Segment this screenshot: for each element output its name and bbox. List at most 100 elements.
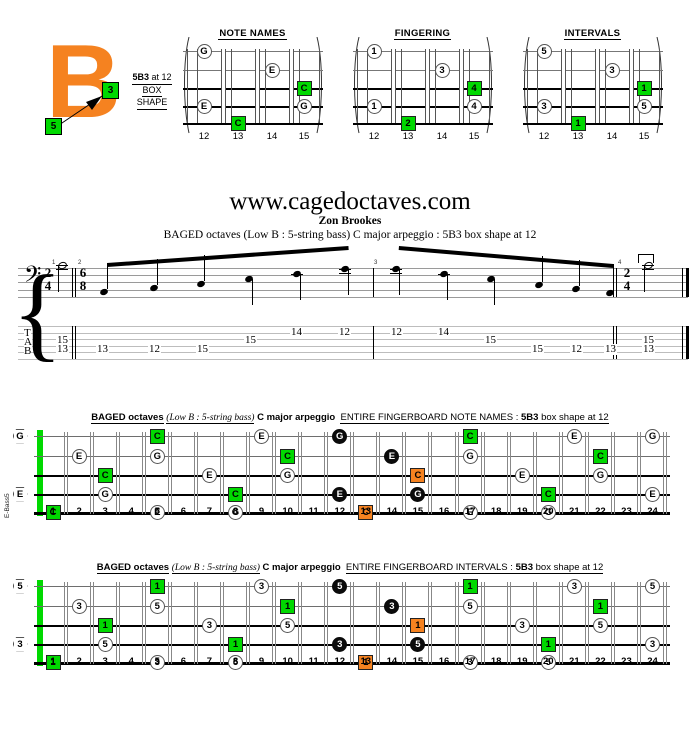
fret-marker-3: 3	[201, 617, 217, 633]
fret-line	[610, 432, 612, 514]
tab-fret-number: 12	[570, 342, 583, 355]
fret-marker-C: C	[410, 467, 426, 483]
fret-line	[584, 432, 586, 514]
fretboard-grid: 53115315331531553131515331531553	[12, 578, 670, 670]
fret-marker-C: C	[230, 115, 246, 131]
fret-number: 3	[102, 656, 108, 667]
fret-number: 14	[606, 131, 618, 142]
open-string-marker-G: G	[12, 428, 28, 444]
tab-fret-number: 13	[642, 342, 655, 355]
tab-fret-number: 13	[56, 342, 69, 355]
tab-line	[18, 352, 688, 354]
fret-number: 15	[298, 131, 310, 142]
fret-number: 17	[464, 656, 476, 667]
fret-line	[301, 432, 303, 514]
fret-line	[431, 432, 433, 514]
fret-line	[379, 582, 381, 664]
fret-marker-C: C	[280, 448, 296, 464]
final-barline	[682, 268, 683, 297]
mini-fretboard: GECEGC	[183, 37, 323, 134]
staff-line	[18, 289, 688, 291]
fret-line	[509, 432, 511, 514]
tab-fret-number: 13	[604, 342, 617, 355]
music-notation-staff: E-Bass5 {𝄢 2 4 6 8 2 4 1 2 3 4 T A B 15 13 13 12 15 15 14 12 1…	[0, 246, 700, 518]
fret-marker-5: 5	[280, 617, 296, 633]
fret-line	[535, 582, 537, 664]
fret-marker-3: 3	[604, 62, 620, 78]
string-line	[353, 70, 493, 72]
box-shape-diagram-fingering: FINGERING 134142 12 13 14 15	[345, 28, 500, 148]
fret-line	[506, 432, 508, 514]
fret-line	[506, 582, 508, 664]
fret-number: 20	[542, 656, 554, 667]
fret-marker-1: 1	[366, 43, 382, 59]
fret-line	[457, 582, 459, 664]
fret-line	[457, 432, 459, 514]
repeat-bracket	[638, 254, 654, 263]
fret-marker-G: G	[410, 486, 426, 502]
fret-line	[275, 582, 277, 664]
fret-marker-1: 1	[149, 578, 165, 594]
notehead	[571, 284, 581, 294]
fret-line	[298, 432, 300, 514]
fret-number: 16	[438, 506, 450, 517]
note-stem	[613, 264, 615, 290]
fret-line	[405, 582, 407, 664]
fret-marker-C: C	[462, 428, 478, 444]
note-stem	[58, 266, 60, 292]
fret-line	[402, 432, 404, 514]
fret-marker-1: 1	[462, 578, 478, 594]
staff-line	[18, 282, 688, 284]
fret-line	[144, 582, 146, 664]
fret-line	[275, 432, 277, 514]
fret-line	[454, 432, 456, 514]
fret-line	[640, 432, 641, 514]
fret-number: 1	[50, 656, 56, 667]
fret-line	[595, 49, 600, 123]
fret-line	[509, 582, 511, 664]
fret-line	[376, 432, 378, 514]
fret-number: 9	[258, 656, 265, 667]
fret-line	[350, 582, 352, 664]
fret-line	[480, 432, 482, 514]
fret-line	[431, 582, 433, 664]
fret-marker-3: 3	[254, 578, 270, 594]
tab-fret-number: 12	[338, 325, 351, 338]
fret-line	[141, 432, 143, 514]
fret-marker-G: G	[462, 448, 478, 464]
fret-marker-3: 3	[384, 598, 400, 614]
fret-marker-3: 3	[332, 636, 348, 652]
fret-number: 24	[647, 506, 658, 517]
fret-marker-E: E	[201, 467, 217, 483]
fret-number: 13	[360, 506, 372, 517]
fret-marker-5: 5	[410, 636, 426, 652]
fret-line	[435, 49, 436, 123]
site-title: www.cagedoctaves.com	[229, 188, 471, 215]
fret-marker-1: 1	[280, 598, 296, 614]
tab-line	[18, 326, 688, 327]
fret-line	[196, 432, 198, 514]
fret-number: 12	[334, 506, 346, 517]
fret-number: 15	[468, 131, 480, 142]
fret-line	[249, 432, 251, 514]
fret-marker-1: 1	[410, 617, 426, 633]
barline	[373, 326, 374, 359]
fret-number: 8	[232, 656, 239, 667]
staff-line	[18, 296, 688, 298]
tab-line	[18, 345, 688, 347]
fret-line	[324, 582, 326, 664]
fret-number: 15	[638, 131, 650, 142]
fret-line	[350, 432, 352, 514]
fret-number: 6	[180, 656, 186, 667]
fret-line	[663, 582, 665, 664]
fret-number: 13	[572, 131, 584, 142]
beam-group-2	[398, 246, 613, 268]
fret-line	[118, 432, 120, 514]
fret-line	[587, 582, 589, 664]
fret-line	[115, 432, 117, 514]
fret-number: 18	[490, 656, 502, 667]
fret-number: 12	[368, 131, 380, 142]
nut-highlight	[37, 430, 43, 516]
fret-number: 3	[102, 506, 108, 517]
fret-line	[298, 582, 300, 664]
